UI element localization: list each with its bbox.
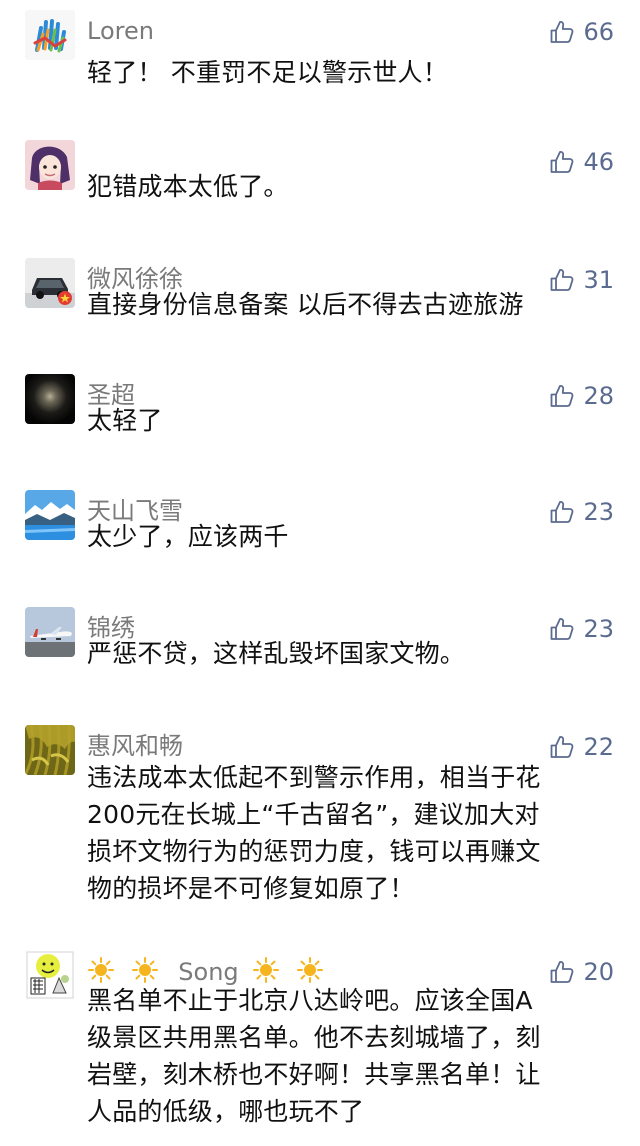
comment-text: 太少了，应该两千	[87, 522, 289, 551]
comment-text-line: 人品的低级，哪也玩不了	[87, 1097, 365, 1126]
comment-text: 犯错成本太低了。	[87, 172, 289, 201]
comment-text-line: 黑名单不止于北京八达岭吧。应该全国A	[87, 986, 533, 1015]
comment-nickname[interactable]: Loren	[87, 16, 154, 46]
cartoon-collage-icon[interactable]	[25, 950, 75, 1000]
comment-text-line: 损坏文物行为的惩罚力度，钱可以再赚文	[87, 837, 541, 866]
like-count: 22	[583, 733, 614, 761]
comment-item: 锦绣 23 严惩不贷，这样乱毁坏国家文物。	[0, 607, 640, 697]
comment-text-line: 岩壁，刻木桥也不好啊！共享黑名单！让	[87, 1060, 541, 1089]
comment-text-line: 违法成本太低起不到警示作用，相当于花	[87, 763, 541, 792]
thumbs-up-icon	[549, 19, 575, 45]
comment-item: Song 20 黑名单不止于北京八达岭吧。应该全国A 级景区共用黑名单。他不去刻…	[0, 950, 640, 1135]
comment-text-line: 级景区共用黑名单。他不去刻城墙了，刻	[87, 1023, 541, 1052]
comment-list: Loren 66 轻了！ 不重罚不足以警示世人！ 46 犯错成本太低了。 微风徐…	[0, 0, 640, 1146]
car-icon[interactable]	[25, 258, 75, 308]
comment-text: 黑名单不止于北京八达岭吧。应该全国A 级景区共用黑名单。他不去刻城墙了，刻 岩壁…	[87, 982, 607, 1130]
sun-icon	[252, 956, 280, 984]
rice-field-icon[interactable]	[25, 725, 75, 775]
comment-text: 轻了！ 不重罚不足以警示世人！	[87, 58, 448, 87]
like-button[interactable]: 22	[549, 732, 614, 762]
comment-item: 46 犯错成本太低了。	[0, 140, 640, 230]
comment-text-line: 200元在长城上“千古留名”，建议加大对	[87, 800, 540, 829]
comment-text: 直接身份信息备案 以后不得去古迹旅游	[87, 290, 524, 319]
comment-text: 违法成本太低起不到警示作用，相当于花 200元在长城上“千古留名”，建议加大对 …	[87, 759, 607, 907]
sun-icon	[87, 956, 115, 984]
anime-girl-icon[interactable]	[25, 140, 75, 190]
dark-glow-icon[interactable]	[25, 374, 75, 424]
comment-item: 惠风和畅 22 违法成本太低起不到警示作用，相当于花 200元在长城上“千古留名…	[0, 725, 640, 905]
thumbs-up-icon	[549, 734, 575, 760]
sun-icon	[296, 956, 324, 984]
like-count: 66	[583, 18, 614, 46]
comment-text-line: 物的损坏是不可修复如原了！	[87, 874, 415, 903]
like-button[interactable]: 66	[549, 17, 614, 47]
comment-item: 微风徐徐 31 直接身份信息备案 以后不得去古迹旅游	[0, 258, 640, 348]
comment-item: 圣超 28 太轻了	[0, 374, 640, 464]
airplane-icon[interactable]	[25, 607, 75, 657]
comment-nickname[interactable]: 惠风和畅	[87, 731, 183, 761]
colorful-hand-icon[interactable]	[25, 10, 75, 60]
comment-text: 严惩不贷，这样乱毁坏国家文物。	[87, 639, 466, 668]
sun-icon	[131, 956, 159, 984]
comment-text: 太轻了	[87, 406, 163, 435]
comment-item: 天山飞雪 23 太少了，应该两千	[0, 490, 640, 580]
lake-landscape-icon[interactable]	[25, 490, 75, 540]
comment-item: Loren 66 轻了！ 不重罚不足以警示世人！	[0, 10, 640, 100]
